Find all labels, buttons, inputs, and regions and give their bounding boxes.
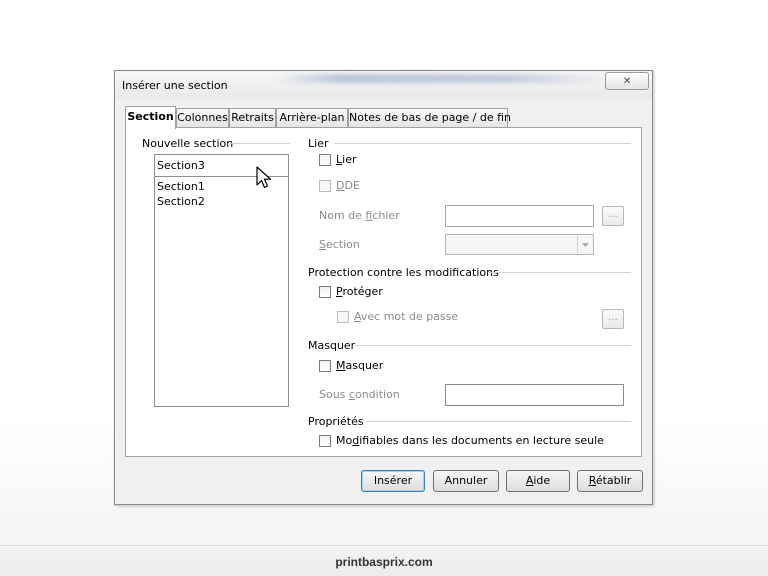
- condition-label: Sous condition: [319, 388, 400, 401]
- cancel-button[interactable]: Annuler: [433, 470, 499, 492]
- help-button[interactable]: Aide: [506, 470, 570, 492]
- list-item-section2[interactable]: Section2: [157, 195, 205, 208]
- properties-rule: [366, 421, 631, 422]
- password-checkbox[interactable]: [337, 310, 349, 323]
- filename-label: Nom de fichier: [319, 209, 400, 222]
- reset-button[interactable]: Rétablir: [577, 470, 643, 492]
- protect-checkbox[interactable]: [319, 285, 331, 298]
- new-section-group-label: Nouvelle section: [142, 137, 238, 150]
- editable-checkbox-row[interactable]: Modifiables dans les documents en lectur…: [319, 434, 604, 447]
- section-combobox[interactable]: [445, 234, 594, 255]
- filename-input[interactable]: [445, 205, 594, 227]
- dialog-title: Insérer une section: [122, 79, 228, 92]
- protection-group-label: Protection contre les modifications: [308, 266, 503, 279]
- filename-browse-button[interactable]: ...: [602, 206, 624, 226]
- section-tab-panel: Nouvelle section Section3 Section1 Secti…: [125, 127, 642, 457]
- hide-checkbox-row[interactable]: Masquer: [319, 359, 383, 372]
- close-button[interactable]: ✕: [605, 72, 649, 90]
- condition-input[interactable]: [445, 384, 624, 406]
- section-listbox[interactable]: Section3 Section1 Section2: [154, 154, 289, 407]
- password-checkbox-row[interactable]: Avec mot de passe: [337, 310, 458, 323]
- insert-button[interactable]: Insérer: [361, 470, 425, 492]
- editable-checkbox-label: Modifiables dans les documents en lectur…: [336, 434, 604, 447]
- hide-group-label: Masquer: [308, 339, 360, 352]
- list-item-section1[interactable]: Section1: [157, 180, 205, 193]
- password-checkbox-label: Avec mot de passe: [354, 310, 459, 323]
- footer-site: printbasprix.com: [335, 555, 433, 569]
- hide-checkbox[interactable]: [319, 359, 331, 372]
- tab-section[interactable]: Section: [125, 106, 176, 129]
- blurred-background-strip: [275, 74, 605, 83]
- hide-rule: [356, 345, 631, 346]
- dde-checkbox-row[interactable]: DDE: [319, 179, 360, 192]
- tab-notes[interactable]: Notes de bas de page / de fin: [348, 108, 511, 128]
- link-rule: [334, 143, 631, 144]
- protection-rule: [488, 272, 631, 273]
- footer-divider: [0, 545, 768, 546]
- tab-retraits[interactable]: Retraits: [229, 108, 276, 128]
- chevron-down-icon[interactable]: [577, 236, 592, 253]
- hide-checkbox-label: Masquer: [336, 359, 384, 372]
- title-bar: Insérer une section ✕: [115, 71, 652, 99]
- section-label: Section: [319, 238, 360, 251]
- new-section-rule: [230, 143, 290, 144]
- tab-colonnes[interactable]: Colonnes: [176, 108, 229, 128]
- dde-checkbox[interactable]: [319, 179, 331, 192]
- tab-arriere-plan[interactable]: Arrière-plan: [276, 108, 348, 128]
- mouse-pointer-icon: [256, 166, 272, 189]
- password-button[interactable]: ...: [602, 309, 624, 329]
- dde-checkbox-label: DDE: [336, 179, 360, 192]
- close-icon: ✕: [622, 75, 632, 87]
- link-group-label: Lier: [308, 137, 333, 150]
- protect-checkbox-row[interactable]: Protéger: [319, 285, 383, 298]
- editable-checkbox[interactable]: [319, 434, 331, 447]
- protect-checkbox-label: Protéger: [336, 285, 383, 298]
- insert-section-dialog: Insérer une section ✕ Section Colonnes R…: [114, 70, 653, 505]
- link-checkbox-label: Lier: [336, 153, 357, 166]
- properties-group-label: Propriétés: [308, 415, 368, 428]
- link-checkbox-row[interactable]: Lier: [319, 153, 357, 166]
- link-checkbox[interactable]: [319, 153, 331, 166]
